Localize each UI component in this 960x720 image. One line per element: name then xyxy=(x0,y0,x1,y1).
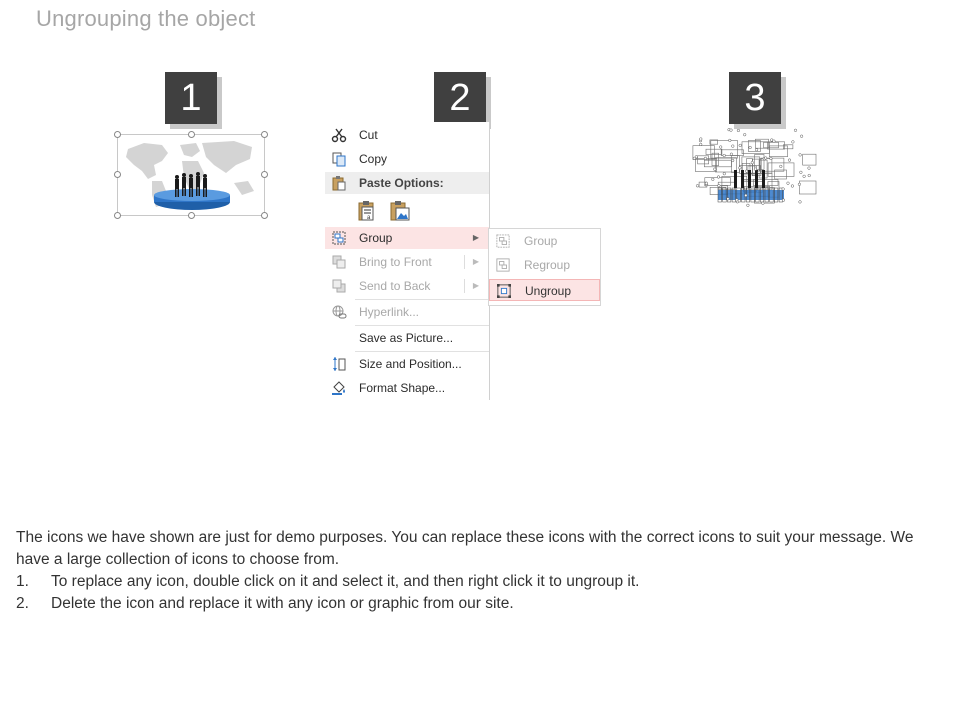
menu-item-hyperlink[interactable]: Hyperlink... xyxy=(325,301,489,323)
menu-item-format-shape[interactable]: Format Shape... xyxy=(325,377,489,399)
menu-divider xyxy=(355,325,489,326)
submenu-arrow-icon: ▶ xyxy=(472,233,479,242)
resize-handle[interactable] xyxy=(261,212,268,219)
menu-item-label: Hyperlink... xyxy=(359,305,420,319)
split-divider xyxy=(464,279,465,293)
menu-item-send-to-back[interactable]: Send to Back ▶ xyxy=(325,275,489,297)
menu-item-label: Cut xyxy=(359,128,378,142)
intro-paragraph: The icons we have shown are just for dem… xyxy=(16,529,914,568)
resize-handle[interactable] xyxy=(188,131,195,138)
resize-handle[interactable] xyxy=(188,212,195,219)
submenu-item-ungroup[interactable]: Ungroup xyxy=(489,279,600,301)
bring-to-front-icon xyxy=(332,255,346,269)
clipboard-icon xyxy=(332,176,346,191)
list-text: To replace any icon, double click on it … xyxy=(51,573,640,590)
step-badge-2: 2 xyxy=(434,72,486,124)
paste-keep-formatting-icon[interactable]: a xyxy=(357,200,377,222)
menu-item-cut[interactable]: Cut xyxy=(325,124,489,146)
submenu-arrow-icon: ▶ xyxy=(472,257,479,266)
menu-item-copy[interactable]: Copy xyxy=(325,148,489,170)
group-submenu: Group Regroup Ungroup xyxy=(488,228,601,306)
paint-bucket-icon xyxy=(332,381,345,395)
instructions: The icons we have shown are just for dem… xyxy=(16,527,946,615)
menu-item-label: Copy xyxy=(359,152,388,166)
menu-item-label: Size and Position... xyxy=(359,357,462,371)
menu-item-label: Format Shape... xyxy=(359,381,446,395)
list-item: 2. Delete the icon and replace it with a… xyxy=(16,593,946,615)
ungrouped-shapes-icon xyxy=(692,128,817,207)
world-map-people-icon xyxy=(126,141,254,210)
list-item: 1. To replace any icon, double click on … xyxy=(16,571,946,593)
menu-item-label: Send to Back xyxy=(359,279,431,293)
paste-options-header: Paste Options: xyxy=(325,172,489,194)
size-position-icon xyxy=(333,357,346,371)
ungrouped-graphic[interactable] xyxy=(688,126,818,210)
menu-item-label: Group xyxy=(359,231,393,245)
resize-handle[interactable] xyxy=(261,131,268,138)
list-number: 2. xyxy=(16,595,29,612)
resize-handle[interactable] xyxy=(114,131,121,138)
ungroup-icon xyxy=(497,284,511,298)
selected-graphic[interactable] xyxy=(114,131,268,219)
list-number: 1. xyxy=(16,573,29,590)
menu-item-size-and-position[interactable]: Size and Position... xyxy=(325,353,489,375)
resize-handle[interactable] xyxy=(114,212,121,219)
paste-options-row: a xyxy=(325,198,489,226)
scissors-icon xyxy=(331,128,347,143)
paste-as-picture-icon[interactable] xyxy=(389,200,411,222)
group-icon xyxy=(332,231,346,245)
submenu-item-label: Ungroup xyxy=(525,284,572,298)
menu-item-label: Bring to Front xyxy=(359,255,432,269)
submenu-item-regroup[interactable]: Regroup xyxy=(489,254,600,276)
step-badge-3: 3 xyxy=(729,72,781,124)
menu-item-save-as-picture[interactable]: Save as Picture... xyxy=(325,327,489,349)
page-title: Ungrouping the object xyxy=(36,6,256,31)
split-divider xyxy=(464,255,465,269)
copy-icon xyxy=(332,152,346,167)
submenu-item-label: Regroup xyxy=(524,258,571,272)
submenu-item-label: Group xyxy=(524,234,558,248)
menu-item-group[interactable]: Group ▶ xyxy=(325,227,489,249)
menu-item-label: Save as Picture... xyxy=(359,331,454,345)
menu-divider xyxy=(355,299,489,300)
regroup-icon xyxy=(496,258,510,272)
group-icon xyxy=(496,234,510,248)
resize-handle[interactable] xyxy=(261,171,268,178)
list-text: Delete the icon and replace it with any … xyxy=(51,595,514,612)
menu-item-label: Paste Options: xyxy=(359,176,444,190)
step-badge-1: 1 xyxy=(165,72,217,124)
submenu-item-group[interactable]: Group xyxy=(489,230,600,252)
submenu-arrow-icon: ▶ xyxy=(472,281,479,290)
menu-divider xyxy=(355,351,489,352)
send-to-back-icon xyxy=(332,279,346,293)
menu-item-bring-to-front[interactable]: Bring to Front ▶ xyxy=(325,251,489,273)
context-menu: Cut Copy Paste Options: a Group ▶ Bring … xyxy=(325,122,490,400)
hyperlink-icon xyxy=(332,305,347,319)
resize-handle[interactable] xyxy=(114,171,121,178)
